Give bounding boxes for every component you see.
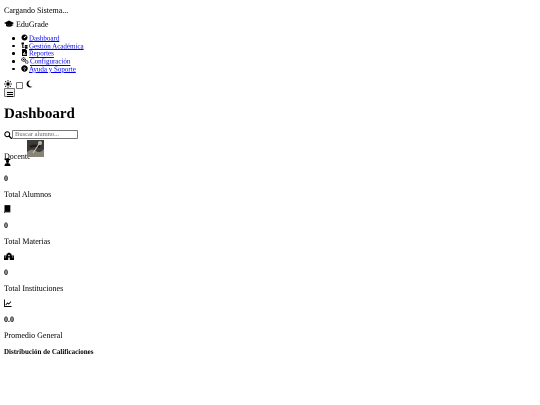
brand-name: EduGrade: [16, 20, 49, 29]
user-graduate-icon: [4, 158, 11, 168]
chart-line-icon: [4, 299, 12, 309]
sidebar-item-configuracion[interactable]: Configuración: [11, 57, 84, 65]
brand: EduGrade: [4, 20, 48, 30]
book-icon: [4, 205, 11, 215]
avatar[interactable]: [27, 140, 44, 157]
stat-card-promedio: [4, 299, 12, 309]
sidebar-item-ayuda-soporte[interactable]: ? Ayuda y Soporte: [11, 65, 84, 73]
loading-text: Cargando Sistema...: [4, 6, 69, 15]
section-title-distribucion: Distribución de Calificaciones: [4, 348, 94, 356]
school-icon: [4, 252, 14, 262]
page-title: Dashboard: [4, 106, 75, 122]
sidebar-item-gestion-academica[interactable]: Gestión Académica: [11, 42, 84, 50]
question-circle-icon: ?: [21, 65, 28, 75]
search-icon: [4, 131, 13, 141]
stat-card-materias: [4, 205, 11, 215]
stat-label-alumnos: Total Alumnos: [4, 190, 52, 199]
svg-text:?: ?: [23, 66, 26, 71]
stat-value-promedio: 0.0: [4, 315, 14, 324]
stat-label-materias: Total Materias: [4, 237, 51, 246]
stat-value-alumnos: 0: [4, 174, 8, 183]
stat-label-promedio: Promedio General: [4, 331, 63, 340]
sidebar-item-reportes[interactable]: Reportes: [11, 49, 84, 58]
sidebar-nav: Dashboard Gestión Académica Reportes Con…: [11, 34, 84, 73]
sidebar-link-ayuda-soporte[interactable]: Ayuda y Soporte: [29, 65, 76, 73]
menu-toggle-button[interactable]: [4, 88, 15, 97]
search-input[interactable]: [12, 130, 78, 139]
stat-value-materias: 0: [4, 221, 8, 230]
toggle-switch-checkbox[interactable]: [16, 81, 23, 89]
stat-label-instituciones: Total Instituciones: [4, 284, 64, 293]
stat-value-instituciones: 0: [4, 268, 8, 277]
sidebar-item-dashboard[interactable]: Dashboard: [11, 34, 84, 42]
graduation-cap-icon: [4, 20, 14, 30]
moon-icon: [26, 80, 33, 90]
stat-card-instituciones: [4, 252, 14, 262]
hamburger-icon: [6, 85, 13, 100]
stat-card-alumnos: [4, 158, 11, 168]
